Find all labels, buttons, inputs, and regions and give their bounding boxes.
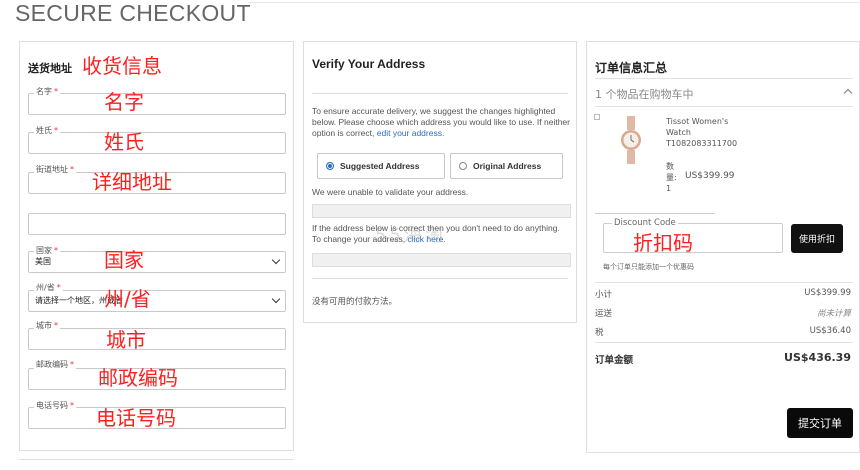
subtotal-label: 小计 — [595, 290, 613, 300]
verify-address-panel: Verify Your Address To ensure accurate d… — [303, 41, 577, 323]
apply-discount-button[interactable]: 使用折扣 — [791, 224, 843, 253]
shipping-annotation: 收货信息 — [82, 54, 162, 78]
unable-validate-text: We were unable to validate your address. — [312, 187, 469, 197]
shipping-address-panel: 送货地址 收货信息 名字 * 名字 姓氏 * 姓氏 街道地址 * 详细地址 美国 国家… — [19, 41, 294, 451]
suggested-address-option[interactable]: Suggested Address — [317, 153, 445, 179]
state-label: 州/省 * — [34, 283, 63, 293]
payment-divider — [312, 278, 568, 279]
checkbox-icon — [594, 114, 600, 120]
country-label: 国家 * — [34, 246, 60, 256]
totals-divider — [595, 282, 853, 283]
country-select[interactable]: 美国 — [28, 251, 286, 273]
cart-count-toggle[interactable]: 1 个物品在购物车中 — [595, 86, 694, 102]
header-divider — [248, 2, 860, 3]
watermark-text: 55海淘 — [375, 225, 446, 246]
chevron-down-icon — [271, 255, 281, 265]
original-address-option[interactable]: Original Address — [450, 153, 563, 179]
subtotal-value: US$399.99 — [804, 288, 851, 298]
verify-intro: To ensure accurate delivery, we suggest … — [312, 106, 570, 138]
city-label: 城市 * — [34, 321, 60, 331]
submit-order-button[interactable]: 提交订单 — [787, 408, 853, 438]
discount-code-input[interactable]: Discount Code — [603, 218, 783, 253]
verify-title: Verify Your Address — [312, 57, 426, 71]
discount-divider — [595, 213, 715, 214]
verify-divider — [312, 93, 568, 94]
tax-label: 税 — [595, 328, 604, 338]
suggested-address-label: Suggested Address — [340, 161, 420, 171]
first-name-input[interactable] — [28, 93, 286, 115]
phone-annotation: 电话号码 — [96, 406, 176, 430]
radio-unselected-icon — [459, 162, 467, 170]
total-label: 订单金额 — [595, 355, 634, 366]
suggested-address-box — [312, 204, 571, 218]
street-label: 街道地址 * — [34, 165, 76, 175]
last-name-input[interactable] — [28, 132, 286, 154]
first-name-annotation: 名字 — [104, 90, 144, 114]
product-sku: T1082083311700 — [666, 139, 738, 148]
street-line2-input[interactable] — [28, 213, 286, 235]
page-title: SECURE CHECKOUT — [15, 0, 251, 26]
quantity: 数量: 1 — [666, 162, 677, 193]
phone-label: 电话号码 * — [34, 401, 76, 411]
country-annotation: 国家 — [104, 248, 144, 272]
summary-divider — [595, 78, 853, 79]
item-price: US$399.99 — [685, 171, 735, 181]
postal-annotation: 邮政编码 — [98, 366, 178, 390]
cart-divider — [595, 106, 853, 107]
chevron-down-icon — [271, 294, 281, 304]
shipping-value: 尚未计算 — [816, 309, 851, 319]
last-name-label: 姓氏 * — [34, 126, 60, 136]
shipping-heading: 送货地址 — [28, 63, 72, 75]
edit-address-link[interactable]: edit your address. — [377, 128, 445, 138]
state-annotation: 州/省 — [104, 287, 151, 311]
city-annotation: 城市 — [106, 328, 146, 352]
street-annotation: 详细地址 — [92, 170, 172, 194]
discount-annotation: 折扣码 — [633, 231, 693, 255]
original-address-box — [312, 253, 571, 267]
first-name-label: 名字 * — [34, 87, 60, 97]
order-summary-panel: 订单信息汇总 1 个物品在购物车中 Tissot Women's Watch T10… — [586, 41, 860, 453]
state-select[interactable]: 请选择一个地区，州或省 — [28, 290, 286, 312]
country-value: 美国 — [35, 257, 51, 266]
no-payment-text: 没有可用的付款方法。 — [312, 296, 398, 306]
product-name: Tissot Women's Watch T1082083311700 — [666, 117, 738, 148]
last-name-annotation: 姓氏 — [104, 130, 144, 154]
tax-value: US$36.40 — [809, 326, 851, 336]
summary-title: 订单信息汇总 — [595, 61, 668, 75]
watch-thumbnail — [621, 116, 641, 164]
city-input[interactable] — [28, 328, 286, 350]
chevron-up-icon[interactable] — [843, 88, 853, 98]
next-section-edge — [19, 459, 294, 470]
total-divider — [595, 342, 853, 343]
total-value: US$436.39 — [784, 351, 851, 364]
original-address-label: Original Address — [473, 161, 542, 171]
radio-selected-icon — [326, 162, 334, 170]
discount-code-label: Discount Code — [612, 218, 678, 228]
shipping-label: 运送 — [595, 309, 613, 319]
postal-label: 邮政编码 * — [34, 360, 76, 370]
discount-note: 每个订单只能添加一个优惠码 — [603, 263, 694, 271]
